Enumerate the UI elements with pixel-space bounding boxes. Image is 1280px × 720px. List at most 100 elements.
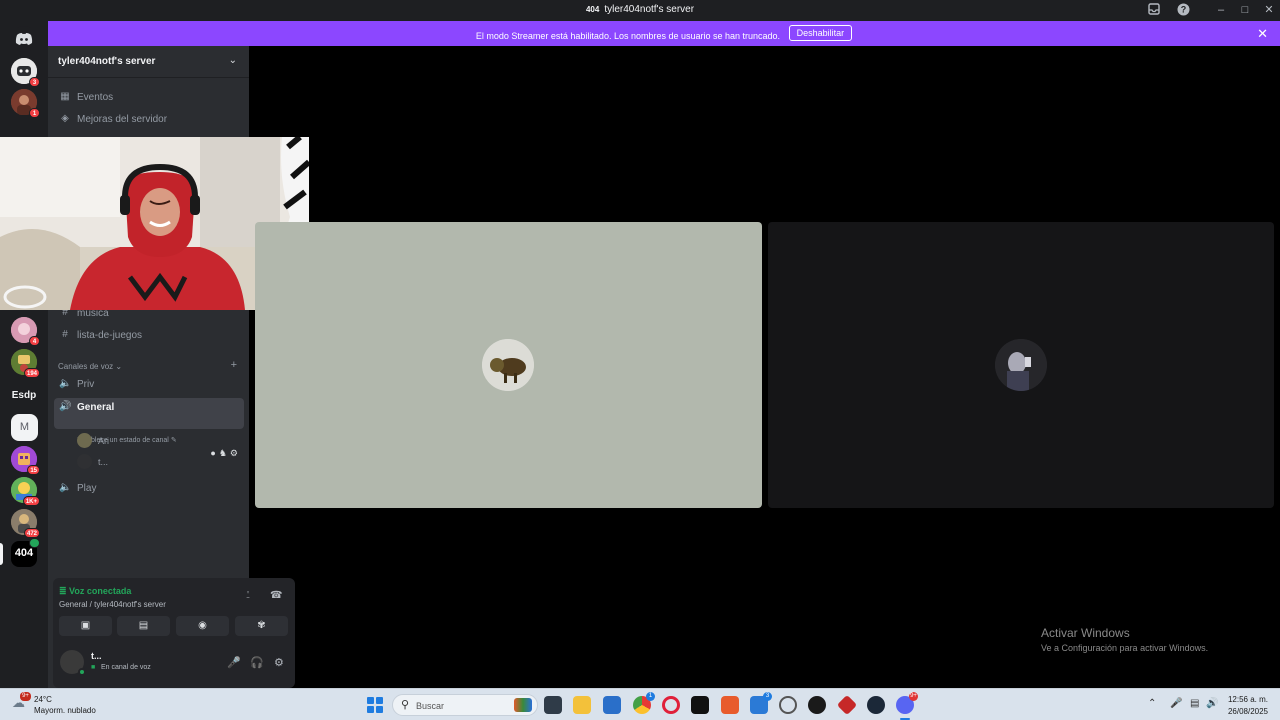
- voice-play-label: Play: [77, 483, 97, 494]
- voice-indicator-icon: [29, 538, 40, 548]
- add-channel-icon[interactable]: +: [231, 359, 237, 371]
- disable-streamer-button[interactable]: Deshabilitar: [788, 25, 853, 41]
- chat-icon[interactable]: ●: [210, 448, 218, 458]
- voice-channel-general[interactable]: 🔊 General: [54, 398, 244, 429]
- channel-lista-label: lista-de-juegos: [77, 330, 143, 341]
- avatar: [77, 433, 92, 448]
- discord-home-icon[interactable]: [11, 26, 37, 52]
- network-icon[interactable]: ▤: [1190, 698, 1199, 709]
- store-icon[interactable]: [603, 696, 621, 714]
- banner-text: El modo Streamer está habilitado. Los no…: [475, 31, 781, 41]
- server-icon-6[interactable]: 1K+: [11, 477, 40, 506]
- participant-tile[interactable]: [768, 222, 1274, 508]
- chevron-down-icon: ⌄: [228, 55, 237, 66]
- minimize-icon[interactable]: –: [1211, 2, 1231, 19]
- server-badge-5: 15: [27, 465, 40, 475]
- user-name[interactable]: t...: [91, 651, 102, 661]
- volume-icon[interactable]: 🔊: [1206, 698, 1218, 709]
- server-icon-2[interactable]: 1: [11, 89, 40, 118]
- discord-taskbar-icon[interactable]: 9+: [896, 692, 918, 714]
- close-banner-icon[interactable]: ✕: [1257, 26, 1268, 42]
- server-esdp[interactable]: Esdp: [6, 390, 42, 401]
- server-badge-3: 4: [29, 336, 40, 346]
- speaker-icon: 🔈: [59, 482, 72, 493]
- search-highlight-icon: [514, 698, 532, 712]
- weather-badge: 9+: [20, 692, 31, 701]
- steam-icon[interactable]: [867, 696, 885, 714]
- mail-icon[interactable]: 3: [750, 692, 772, 714]
- settings-icon[interactable]: [779, 696, 797, 714]
- microphone-icon[interactable]: 🎤: [227, 656, 241, 669]
- camera-off-icon: ▣: [80, 620, 91, 631]
- windows-taskbar: ☁ 9+ 24°C Mayorm. nublado ⚲ Buscar 1 3 9…: [0, 688, 1280, 720]
- clock[interactable]: 12:56 a. m. 26/08/2025: [1228, 694, 1268, 718]
- gx-icon[interactable]: [691, 696, 709, 714]
- server-icon-5[interactable]: 15: [11, 446, 40, 475]
- user-status: En canal de voz: [101, 664, 151, 671]
- server-badge-4: 194: [23, 368, 40, 378]
- voice-general-label: General: [77, 402, 115, 413]
- clock-date: 26/08/2025: [1227, 707, 1268, 716]
- speaker-icon: 🔈: [59, 378, 72, 389]
- server-icon-4[interactable]: 194: [11, 349, 40, 378]
- window-title-text: tyler404notf's server: [604, 4, 695, 15]
- soundboard-button[interactable]: ✾: [235, 616, 288, 636]
- participant-tile[interactable]: [255, 222, 762, 508]
- taskbar-search[interactable]: ⚲ Buscar: [392, 694, 538, 716]
- search-placeholder: Buscar: [416, 701, 445, 711]
- chevron-up-icon[interactable]: ⌃: [1148, 698, 1156, 709]
- channel-lista-de-juegos[interactable]: # lista-de-juegos: [54, 326, 244, 346]
- poker-icon[interactable]: [836, 694, 858, 716]
- noise-icon[interactable]: ⍘: [245, 590, 251, 601]
- server-icon-3[interactable]: 4: [11, 317, 40, 346]
- online-status-icon: [78, 668, 86, 676]
- server-icon-1[interactable]: 3: [11, 58, 40, 87]
- server-header[interactable]: tyler404notf's server ⌄: [48, 46, 249, 78]
- voice-location[interactable]: General / tyler404notf's server: [59, 600, 166, 609]
- inbox-icon[interactable]: [1146, 3, 1162, 18]
- server-icon-m[interactable]: M: [11, 414, 38, 441]
- chrome-icon[interactable]: 1: [633, 692, 655, 714]
- settings-gear-icon[interactable]: ⚙: [274, 656, 284, 669]
- opera-icon[interactable]: [662, 696, 680, 714]
- server-name: tyler404notf's server: [58, 56, 156, 67]
- weather-widget[interactable]: ☁ 9+ 24°C Mayorm. nublado: [12, 692, 112, 717]
- server-icon-7[interactable]: 472: [11, 509, 40, 538]
- file-explorer-icon[interactable]: [573, 696, 591, 714]
- pencil-icon: ✎: [170, 437, 177, 444]
- task-view-icon[interactable]: [544, 696, 562, 714]
- search-icon: ⚲: [401, 699, 410, 711]
- voice-channel-priv[interactable]: 🔈 Priv: [54, 375, 244, 395]
- invite-icon[interactable]: ♞: [219, 448, 230, 458]
- discord-badge: 9+: [909, 692, 918, 701]
- boost-icon: ◈: [61, 113, 69, 124]
- microphone-tray-icon[interactable]: 🎤: [1170, 698, 1182, 709]
- server-icon-404[interactable]: 404: [11, 538, 40, 567]
- watermark-subtitle: Ve a Configuración para activar Windows.: [1041, 643, 1209, 653]
- weather-temp: 24°C: [34, 695, 52, 704]
- clock-time: 12:56 a. m.: [1227, 695, 1268, 704]
- app-icon[interactable]: [721, 696, 739, 714]
- server-badge-6: 1K+: [22, 496, 40, 506]
- nav-events[interactable]: ▦ Eventos: [54, 88, 244, 108]
- screen-share-button[interactable]: ▤: [117, 616, 170, 636]
- app-dark-icon[interactable]: [808, 696, 826, 714]
- member-name: t...: [98, 457, 109, 467]
- camera-off-button[interactable]: ▣: [59, 616, 112, 636]
- voice-channel-play[interactable]: 🔈 Play: [54, 479, 244, 499]
- user-panel: t... ■ En canal de voz 🎤 🎧 ⚙: [58, 648, 290, 682]
- voice-category-label: Canales de voz: [58, 362, 114, 371]
- voice-category[interactable]: Canales de voz ⌄: [58, 362, 122, 371]
- disconnect-icon[interactable]: ☎: [270, 590, 282, 601]
- maximize-icon[interactable]: □: [1235, 2, 1255, 19]
- start-button[interactable]: [367, 697, 383, 713]
- gear-icon[interactable]: ⚙: [230, 448, 241, 458]
- server-badge: 404: [585, 5, 600, 14]
- activities-button[interactable]: ◉: [176, 616, 229, 636]
- nav-server-boosts[interactable]: ◈ Mejoras del servidor: [54, 110, 244, 130]
- headphones-icon[interactable]: 🎧: [250, 656, 264, 669]
- voice-panel: ≣ Voz conectada General / tyler404notf's…: [53, 578, 295, 688]
- calendar-icon: ▦: [60, 91, 70, 102]
- help-icon[interactable]: ?: [1175, 3, 1191, 18]
- close-window-icon[interactable]: ✕: [1259, 2, 1279, 19]
